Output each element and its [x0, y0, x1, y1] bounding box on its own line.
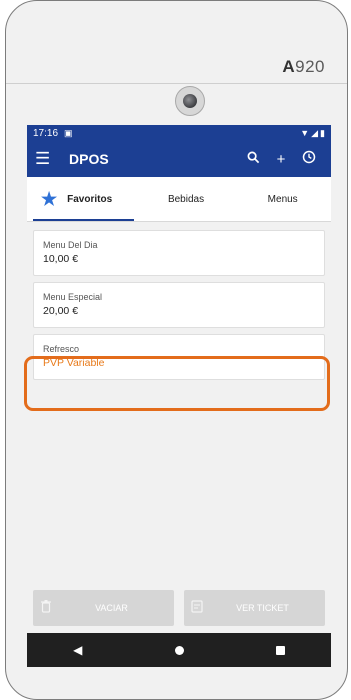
home-icon[interactable] [174, 645, 184, 655]
camera-icon [175, 86, 205, 116]
action-buttons: VACIAR VER TICKET [33, 590, 325, 626]
product-price: 20,00 € [43, 305, 79, 317]
product-card[interactable]: Menu Especial 20,00 € [33, 282, 325, 328]
back-icon[interactable]: ◀ [73, 643, 82, 657]
system-nav-bar: ◀ [27, 633, 331, 667]
app-bar: ☰ DPOS + [27, 141, 331, 177]
tab-label: Bebidas [167, 193, 205, 205]
wifi-icon: ▼ [300, 128, 310, 138]
product-name: Menu Especial [43, 292, 103, 302]
status-bar: 17:16 ▣ ▼ ◢ ▮ [27, 125, 331, 141]
clear-button-label: VACIAR [95, 603, 128, 613]
signal-icon: ◢ [311, 127, 319, 138]
tab-menus[interactable]: Menus [234, 177, 331, 221]
star-icon: ★ [41, 188, 58, 209]
add-icon[interactable]: + [267, 151, 295, 168]
product-card[interactable]: Menu Del Dia 10,00 € [33, 230, 325, 276]
product-name: Menu Del Dia [43, 240, 98, 250]
menu-icon[interactable]: ☰ [35, 149, 57, 169]
view-ticket-button[interactable]: VER TICKET [184, 590, 325, 626]
status-time: 17:16 [33, 127, 59, 139]
search-icon[interactable] [239, 151, 267, 168]
device-brand-label: A920 [282, 57, 325, 76]
tab-label: Menus [267, 193, 298, 205]
trash-icon [33, 600, 59, 616]
tab-bebidas[interactable]: Bebidas [138, 177, 235, 221]
highlight-outline [24, 356, 330, 411]
clock-icon[interactable] [295, 150, 323, 168]
receipt-icon [184, 600, 210, 616]
frame-divider [6, 83, 347, 84]
clear-button[interactable]: VACIAR [33, 590, 174, 626]
product-price: 10,00 € [43, 253, 79, 265]
category-tabs: ★ Favoritos Bebidas Menus [27, 177, 331, 222]
view-ticket-label: VER TICKET [236, 603, 289, 613]
product-name: Refresco [43, 344, 80, 354]
app-title: DPOS [69, 151, 109, 167]
battery-icon: ▮ [320, 127, 325, 138]
recent-apps-icon[interactable] [275, 645, 285, 655]
tab-favoritos[interactable]: ★ Favoritos [27, 177, 138, 221]
tab-label: Favoritos [67, 193, 113, 205]
notification-icon: ▣ [64, 127, 73, 138]
